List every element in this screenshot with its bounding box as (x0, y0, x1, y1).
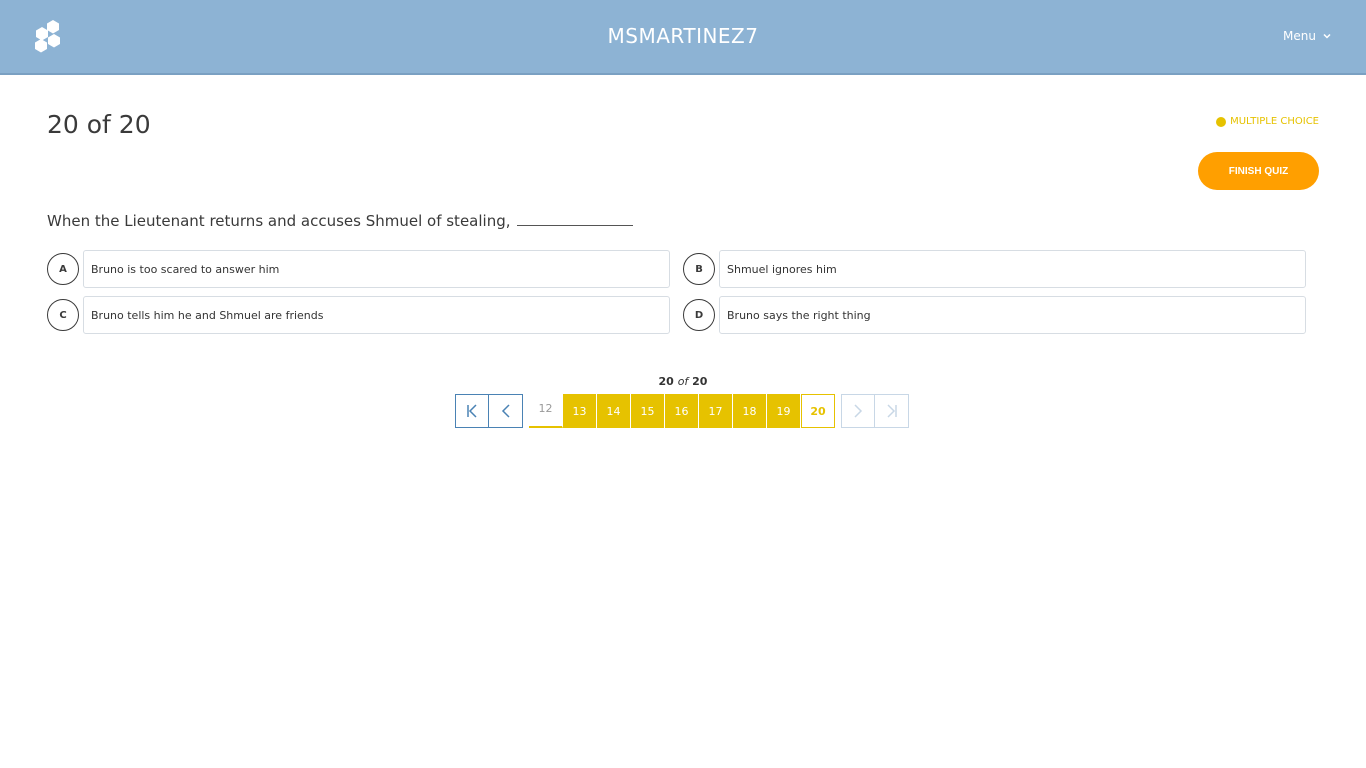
option-text[interactable]: Bruno says the right thing (719, 296, 1306, 334)
question-text: When the Lieutenant returns and accuses … (47, 212, 633, 230)
pagination: 12 13 14 15 16 17 18 19 20 (455, 394, 909, 428)
option-text[interactable]: Bruno is too scared to answer him (83, 250, 670, 288)
question-stem: When the Lieutenant returns and accuses … (47, 212, 511, 230)
option-text[interactable]: Shmuel ignores him (719, 250, 1306, 288)
option-letter[interactable]: B (683, 253, 715, 285)
option-text[interactable]: Bruno tells him he and Shmuel are friend… (83, 296, 670, 334)
page-total: 20 (692, 375, 708, 388)
last-page-icon (886, 404, 897, 418)
status-dot-icon (1216, 116, 1227, 127)
option-letter[interactable]: D (683, 299, 715, 331)
chevron-left-icon (501, 404, 510, 418)
brand-title: MSMARTINEZ7 (607, 24, 759, 48)
option-letter[interactable]: A (47, 253, 79, 285)
top-header: MSMARTINEZ7 Menu (0, 0, 1366, 75)
page-button[interactable]: 14 (597, 394, 631, 428)
option-a[interactable]: A Bruno is too scared to answer him (47, 250, 670, 288)
next-page-button[interactable] (841, 394, 875, 428)
last-page-button[interactable] (875, 394, 909, 428)
page-current: 20 (658, 375, 674, 388)
chevron-down-icon (1323, 33, 1331, 39)
option-letter[interactable]: C (47, 299, 79, 331)
option-c[interactable]: C Bruno tells him he and Shmuel are frie… (47, 296, 670, 334)
page-button-current[interactable]: 20 (801, 394, 835, 428)
option-d[interactable]: D Bruno says the right thing (683, 296, 1306, 334)
question-type-badge: MULTIPLE CHOICE (1216, 116, 1319, 127)
finish-quiz-button[interactable]: FINISH QUIZ (1198, 152, 1319, 190)
prev-page-button[interactable] (489, 394, 523, 428)
page-button[interactable]: 12 (529, 394, 563, 428)
page-button[interactable]: 16 (665, 394, 699, 428)
menu-button[interactable]: Menu (1283, 29, 1332, 43)
menu-label: Menu (1283, 29, 1316, 43)
answer-blank (516, 212, 633, 226)
chevron-right-icon (854, 404, 863, 418)
page-of-word: of (677, 375, 689, 388)
page-button[interactable]: 18 (733, 394, 767, 428)
first-page-icon (467, 404, 477, 418)
page-indicator: 20 of 20 (0, 375, 1366, 388)
question-counter: 20 of 20 (47, 110, 151, 139)
option-b[interactable]: B Shmuel ignores him (683, 250, 1306, 288)
page-button[interactable]: 19 (767, 394, 801, 428)
first-page-button[interactable] (455, 394, 489, 428)
question-type-label: MULTIPLE CHOICE (1230, 116, 1319, 127)
page-button[interactable]: 15 (631, 394, 665, 428)
page-button[interactable]: 17 (699, 394, 733, 428)
page-button[interactable]: 13 (563, 394, 597, 428)
